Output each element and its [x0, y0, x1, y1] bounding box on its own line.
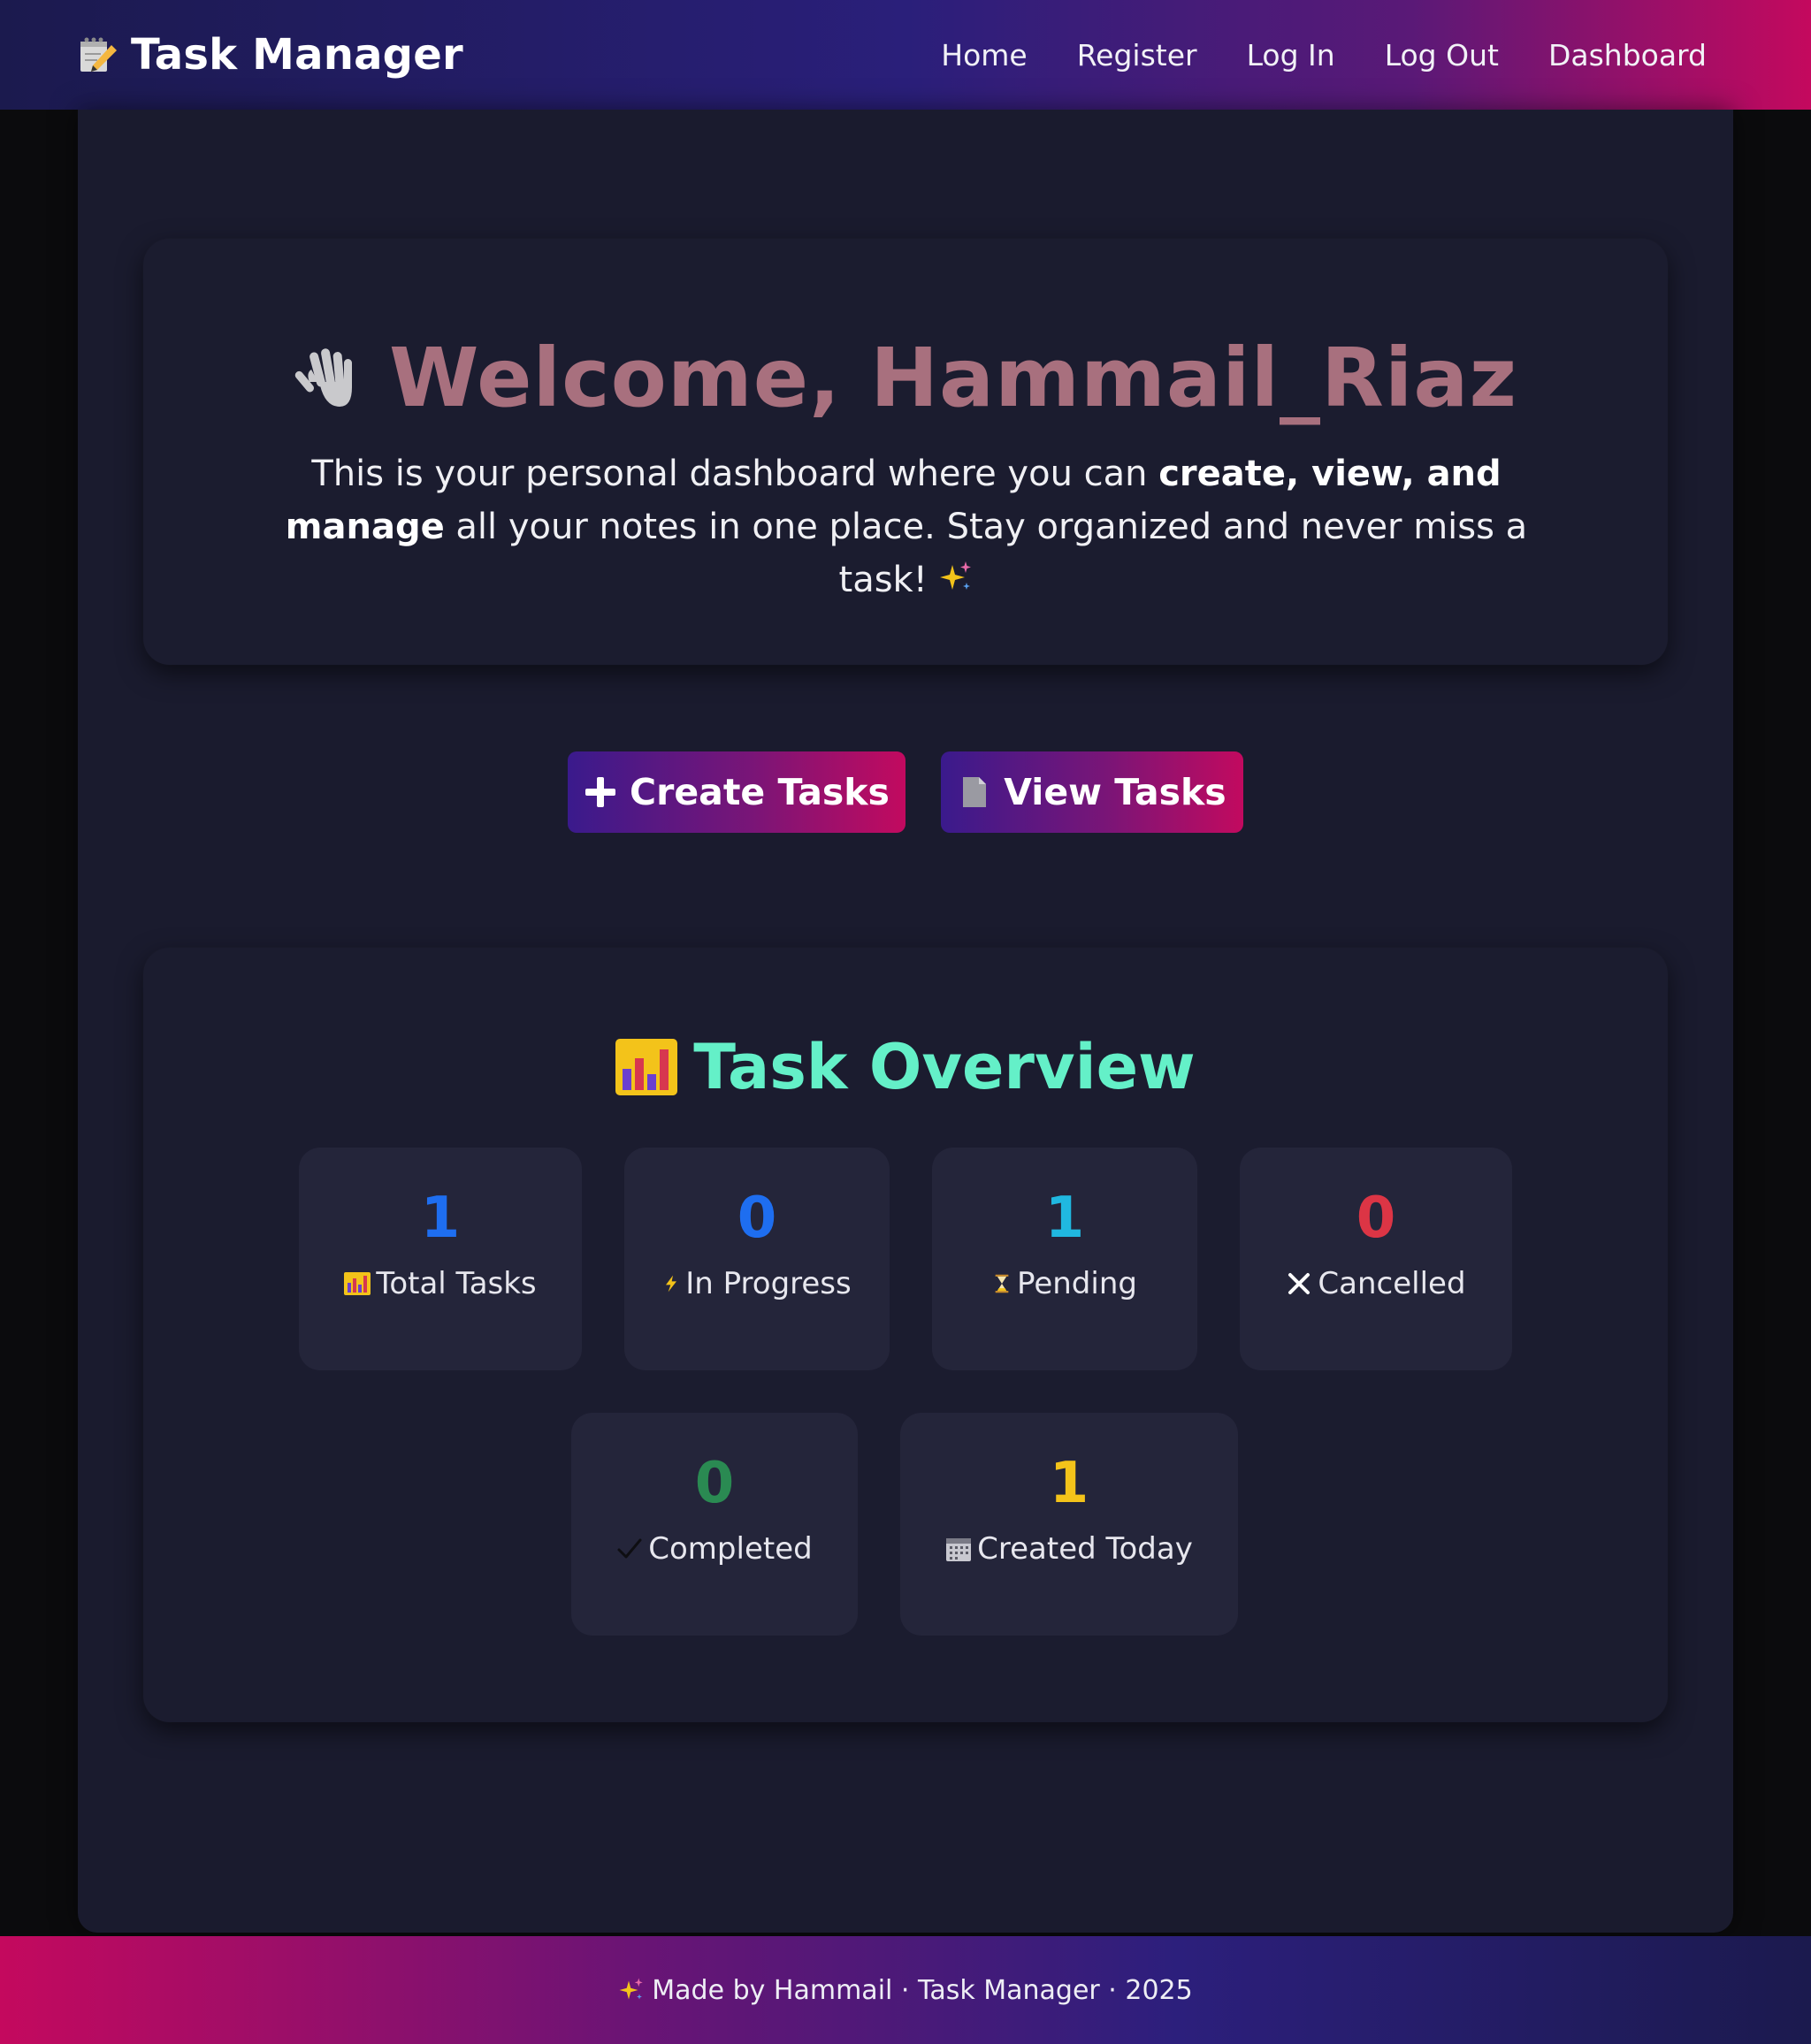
nav-dashboard-link[interactable]: Dashboard: [1548, 38, 1707, 72]
cancelled-count: 0: [1356, 1186, 1396, 1251]
view-tasks-label: View Tasks: [1004, 771, 1226, 813]
stat-card-cancelled: 0 Cancelled: [1240, 1148, 1512, 1370]
calendar-icon: [946, 1538, 972, 1561]
sparkles-icon: [940, 561, 972, 590]
bar-chart-icon: [615, 1039, 678, 1095]
nav-logout-link[interactable]: Log Out: [1385, 38, 1499, 72]
lightning-icon: [666, 1275, 677, 1293]
memo-pencil-icon: [80, 37, 117, 72]
desc-text-before: This is your personal dashboard where yo…: [311, 454, 1159, 494]
plus-icon: [585, 777, 616, 807]
pending-count: 1: [1044, 1186, 1085, 1251]
nav-links: Home Register Log In Log Out Dashboard: [941, 38, 1707, 72]
stat-card-total-tasks: 1 Total Tasks: [299, 1148, 582, 1370]
task-overview-heading: Task Overview: [78, 1031, 1733, 1103]
sparkles-icon: [619, 1978, 644, 2000]
total-tasks-count: 1: [420, 1186, 461, 1251]
brand[interactable]: Task Manager: [78, 30, 463, 80]
create-tasks-label: Create Tasks: [630, 771, 890, 813]
bar-chart-icon: [344, 1272, 371, 1295]
document-icon: [963, 777, 987, 807]
desc-text-after: all your notes in one place. Stay organi…: [444, 507, 1528, 600]
cross-icon: [1288, 1273, 1310, 1294]
created-today-label: Created Today: [977, 1531, 1193, 1567]
top-navbar: Task Manager Home Register Log In Log Ou…: [0, 0, 1811, 110]
create-tasks-button[interactable]: Create Tasks: [568, 751, 906, 833]
completed-label: Completed: [648, 1531, 813, 1567]
nav-register-link[interactable]: Register: [1077, 38, 1197, 72]
in-progress-label: In Progress: [685, 1266, 852, 1301]
footer-text: Made by Hammail · Task Manager · 2025: [652, 1974, 1193, 2006]
stat-card-completed: 0 Completed: [571, 1413, 858, 1636]
nav-login-link[interactable]: Log In: [1247, 38, 1335, 72]
waving-hand-icon: [294, 347, 352, 407]
view-tasks-button[interactable]: View Tasks: [941, 751, 1243, 833]
task-overview-title: Task Overview: [693, 1031, 1196, 1103]
welcome-title: Welcome, Hammail_Riaz: [388, 331, 1518, 425]
footer: Made by Hammail · Task Manager · 2025: [0, 1936, 1811, 2044]
in-progress-count: 0: [737, 1186, 777, 1251]
cancelled-label: Cancelled: [1318, 1266, 1466, 1301]
brand-name: Task Manager: [131, 30, 463, 80]
created-today-count: 1: [1049, 1451, 1089, 1516]
stat-card-in-progress: 0 In Progress: [624, 1148, 890, 1370]
completed-count: 0: [694, 1451, 735, 1516]
total-tasks-label-row: Total Tasks: [344, 1266, 537, 1301]
hourglass-icon: [995, 1274, 1009, 1293]
pending-label-row: Pending: [992, 1266, 1137, 1301]
completed-label-row: Completed: [616, 1531, 813, 1567]
checkmark-icon: [617, 1538, 642, 1559]
total-tasks-label: Total Tasks: [376, 1266, 537, 1301]
created-today-label-row: Created Today: [945, 1531, 1193, 1567]
cancelled-label-row: Cancelled: [1286, 1266, 1466, 1301]
welcome-heading: Welcome, Hammail_Riaz: [0, 331, 1811, 425]
nav-home-link[interactable]: Home: [941, 38, 1027, 72]
in-progress-label-row: In Progress: [662, 1266, 852, 1301]
pending-label: Pending: [1017, 1266, 1137, 1301]
stat-card-pending: 1 Pending: [932, 1148, 1197, 1370]
stat-card-created-today: 1 Created Today: [900, 1413, 1238, 1636]
welcome-description: This is your personal dashboard where yo…: [239, 447, 1574, 606]
